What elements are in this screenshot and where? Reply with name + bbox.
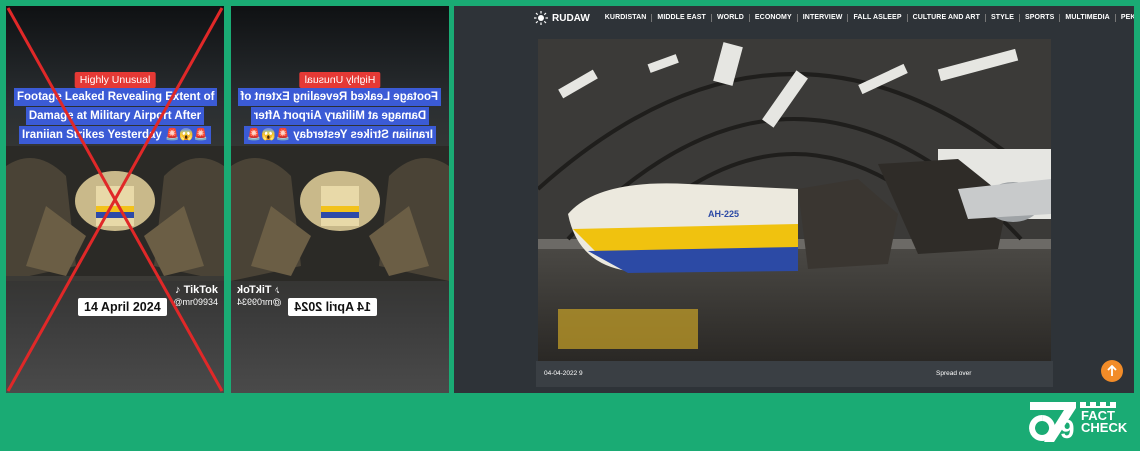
tiktok-handle: @mr09934: [237, 297, 282, 307]
article-photo: AH-225: [538, 39, 1051, 361]
nav-item-style[interactable]: STYLE: [986, 14, 1021, 22]
logo-number: 9: [1060, 414, 1074, 444]
nav-item-middle-east[interactable]: MIDDLE EAST: [652, 14, 712, 22]
highly-unusual-tag: Highly Unusual: [299, 72, 381, 88]
headline-line: Damage at Military Airport After: [250, 107, 430, 125]
headline-line: Footage Leaked Revealing Extent of: [237, 88, 441, 106]
arrow-up-icon: [1107, 365, 1117, 376]
rudaw-website-screenshot: RUDAW KURDISTAN MIDDLE EAST WORLD ECONOM…: [454, 6, 1134, 393]
tiktok-screenshot-crossed: Highly Unusual Footage Leaked Revealing …: [6, 6, 224, 393]
logo-text: RUDAW: [552, 12, 590, 24]
check-word: CHECK: [1081, 420, 1128, 435]
nav-item-interview[interactable]: INTERVIEW: [798, 14, 849, 22]
nav-item-culture-and-art[interactable]: CULTURE AND ART: [908, 14, 986, 22]
headline: Footage Leaked Revealing Extent of Damag…: [237, 88, 441, 145]
caption-date: 04-04-2022 9: [544, 370, 583, 377]
nav-item-sports[interactable]: SPORTS: [1020, 14, 1061, 22]
date-box: 14 April 2024: [78, 298, 167, 316]
headline-line: Iraniian Strikes Yesterday 🚨😱🚨: [244, 126, 436, 144]
caption-bar: 04-04-2022 9 Spread over: [536, 361, 1053, 387]
plane-wreck-image: [231, 146, 449, 281]
top-nav: RUDAW KURDISTAN MIDDLE EAST WORLD ECONOM…: [454, 6, 1134, 30]
tiktok-handle: @mr09934: [173, 297, 218, 307]
tiktok-brand: TikTok: [237, 284, 272, 296]
nav-item-world[interactable]: WORLD: [712, 14, 750, 22]
fact-check-text: FACT CHECK: [1081, 409, 1128, 435]
nav-item-peksh[interactable]: PEKSH: [1116, 14, 1134, 22]
tiktok-screenshot-mirrored: Highly Unusual Footage Leaked Revealing …: [231, 6, 449, 393]
headline-line: Iraniian Strikes Yesterday 🚨😱🚨: [19, 126, 211, 144]
scroll-to-top-button[interactable]: [1101, 360, 1123, 382]
tiktok-icon: ♪: [274, 284, 281, 296]
date-box: 14 April 2024: [288, 298, 377, 316]
destroyed-aircraft-hangar-image: AH-225: [538, 39, 1051, 361]
headline-line: Footage Leaked Revealing Extent of: [14, 88, 218, 106]
tiktok-icon: ♪: [175, 284, 181, 296]
plane-wreck-image: [6, 146, 224, 281]
headline-line: Damage at Military Airport After: [25, 107, 205, 125]
nav-item-kurdistan[interactable]: KURDISTAN: [600, 14, 653, 22]
caption-spread: Spread over: [936, 370, 972, 377]
headline: Footage Leaked Revealing Extent of Damag…: [14, 88, 218, 145]
nav-item-multimedia[interactable]: MULTIMEDIA: [1060, 14, 1116, 22]
nav-item-economy[interactable]: ECONOMY: [750, 14, 798, 22]
sun-logo-icon: [534, 11, 548, 25]
mirrored-content: Highly Unusual Footage Leaked Revealing …: [231, 6, 449, 393]
highly-unusual-tag: Highly Unusual: [74, 72, 156, 88]
fact-check-logo: 9 FACT CHECK: [1026, 398, 1136, 446]
nav-item-fall-asleep[interactable]: FALL ASLEEP: [848, 14, 908, 22]
aircraft-label: AH-225: [708, 209, 739, 219]
tiktok-watermark: ♪ TikTok @mr09934: [173, 284, 218, 307]
rudaw-logo[interactable]: RUDAW: [534, 11, 590, 25]
tiktok-watermark: ♪ TikTok @mr09934: [237, 284, 282, 307]
tiktok-brand: TikTok: [183, 284, 218, 296]
